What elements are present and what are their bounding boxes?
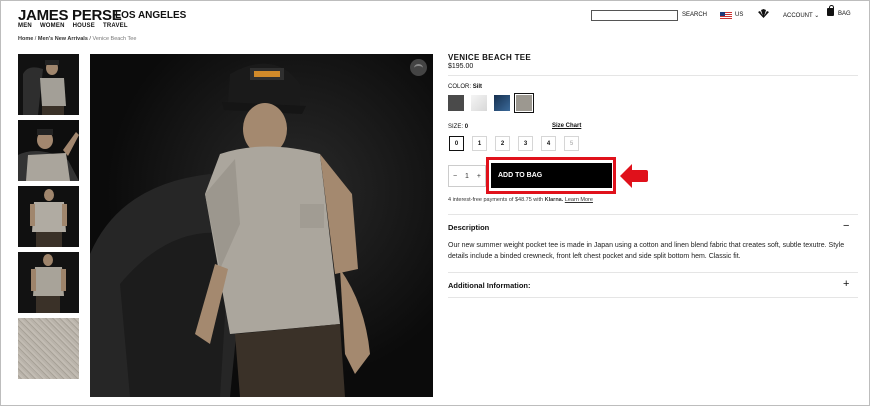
thumbnail-2-image <box>18 120 79 181</box>
main-product-image[interactable] <box>90 54 433 397</box>
swatch-white[interactable] <box>471 95 487 111</box>
divider <box>448 214 858 215</box>
thumbnail-4-image <box>18 252 79 313</box>
shell-logo-icon[interactable] <box>757 9 770 19</box>
search-label[interactable]: SEARCH <box>682 12 707 18</box>
chevron-down-icon: ⌄ <box>814 13 820 19</box>
color-value: Silt <box>472 84 483 90</box>
size-option-0[interactable]: 0 <box>449 136 464 151</box>
main-nav: MEN WOMEN HOUSE TRAVEL <box>18 23 128 29</box>
additional-info-expand-icon[interactable]: + <box>843 278 849 290</box>
description-header[interactable]: Description <box>448 223 489 232</box>
brand-city: LOS ANGELES <box>115 10 187 21</box>
bag-label[interactable]: BAG <box>838 11 851 17</box>
size-option-1[interactable]: 1 <box>472 136 487 151</box>
qty-value[interactable]: 1 <box>465 173 469 180</box>
add-to-bag-button[interactable]: ADD TO BAG <box>491 163 612 188</box>
breadcrumb-section[interactable]: Men's New Arrivals <box>38 36 88 42</box>
nav-travel[interactable]: TRAVEL <box>103 23 128 29</box>
description-text: Our new summer weight pocket tee is made… <box>448 242 845 260</box>
size-option-2[interactable]: 2 <box>495 136 510 151</box>
red-arrow-icon <box>620 164 648 188</box>
breadcrumb-current: Venice Beach Tee <box>92 36 137 42</box>
search-input[interactable] <box>591 10 678 21</box>
divider <box>448 75 858 76</box>
klarna-note: 4 interest-free payments of $48.75 with … <box>448 197 593 203</box>
additional-info-header[interactable]: Additional Information: <box>448 281 531 290</box>
size-value: 0 <box>464 124 469 130</box>
divider <box>448 272 858 273</box>
qty-minus-button[interactable]: − <box>453 173 457 180</box>
swatch-silt-selected[interactable] <box>514 93 534 113</box>
thumbnail-1[interactable] <box>18 54 79 115</box>
product-title: VENICE BEACH TEE <box>448 53 532 62</box>
klarna-brand: Klarna. <box>544 197 564 203</box>
bag-icon[interactable] <box>827 5 834 16</box>
breadcrumb-home[interactable]: Home <box>18 36 33 42</box>
nav-men[interactable]: MEN <box>18 23 32 29</box>
thumbnail-5-fabric[interactable] <box>18 318 79 379</box>
quantity-stepper[interactable]: − 1 + <box>448 165 486 187</box>
size-label: SIZE: 0 <box>448 124 469 130</box>
swatch-navy[interactable] <box>494 95 510 111</box>
breadcrumb: Home / Men's New Arrivals / Venice Beach… <box>18 36 136 42</box>
account-menu[interactable]: ACCOUNT ⌄ <box>783 12 819 19</box>
region-label[interactable]: US <box>735 12 743 18</box>
description-collapse-icon[interactable]: − <box>843 220 849 232</box>
size-chart-link[interactable]: Size Chart <box>552 123 581 129</box>
size-option-5[interactable]: 5 <box>564 136 579 151</box>
main-product-photo <box>90 63 370 397</box>
thumbnail-4[interactable] <box>18 252 79 313</box>
qty-plus-button[interactable]: + <box>477 173 481 180</box>
us-flag-icon[interactable] <box>720 12 732 19</box>
swatch-charcoal[interactable] <box>448 95 464 111</box>
zoom-icon[interactable] <box>410 59 427 76</box>
brand-logo[interactable]: JAMES PERSE <box>18 7 122 24</box>
size-option-3[interactable]: 3 <box>518 136 533 151</box>
color-label: COLOR: Silt <box>448 84 483 90</box>
nav-house[interactable]: HOUSE <box>73 23 95 29</box>
thumbnail-3[interactable] <box>18 186 79 247</box>
thumbnail-2[interactable] <box>18 120 79 181</box>
thumbnail-3-image <box>18 186 79 247</box>
divider <box>448 297 858 298</box>
nav-women[interactable]: WOMEN <box>40 23 65 29</box>
thumbnail-1-image <box>18 54 79 115</box>
klarna-learn-more-link[interactable]: Learn More <box>565 197 593 203</box>
product-price: $195.00 <box>448 63 474 70</box>
size-option-4[interactable]: 4 <box>541 136 556 151</box>
